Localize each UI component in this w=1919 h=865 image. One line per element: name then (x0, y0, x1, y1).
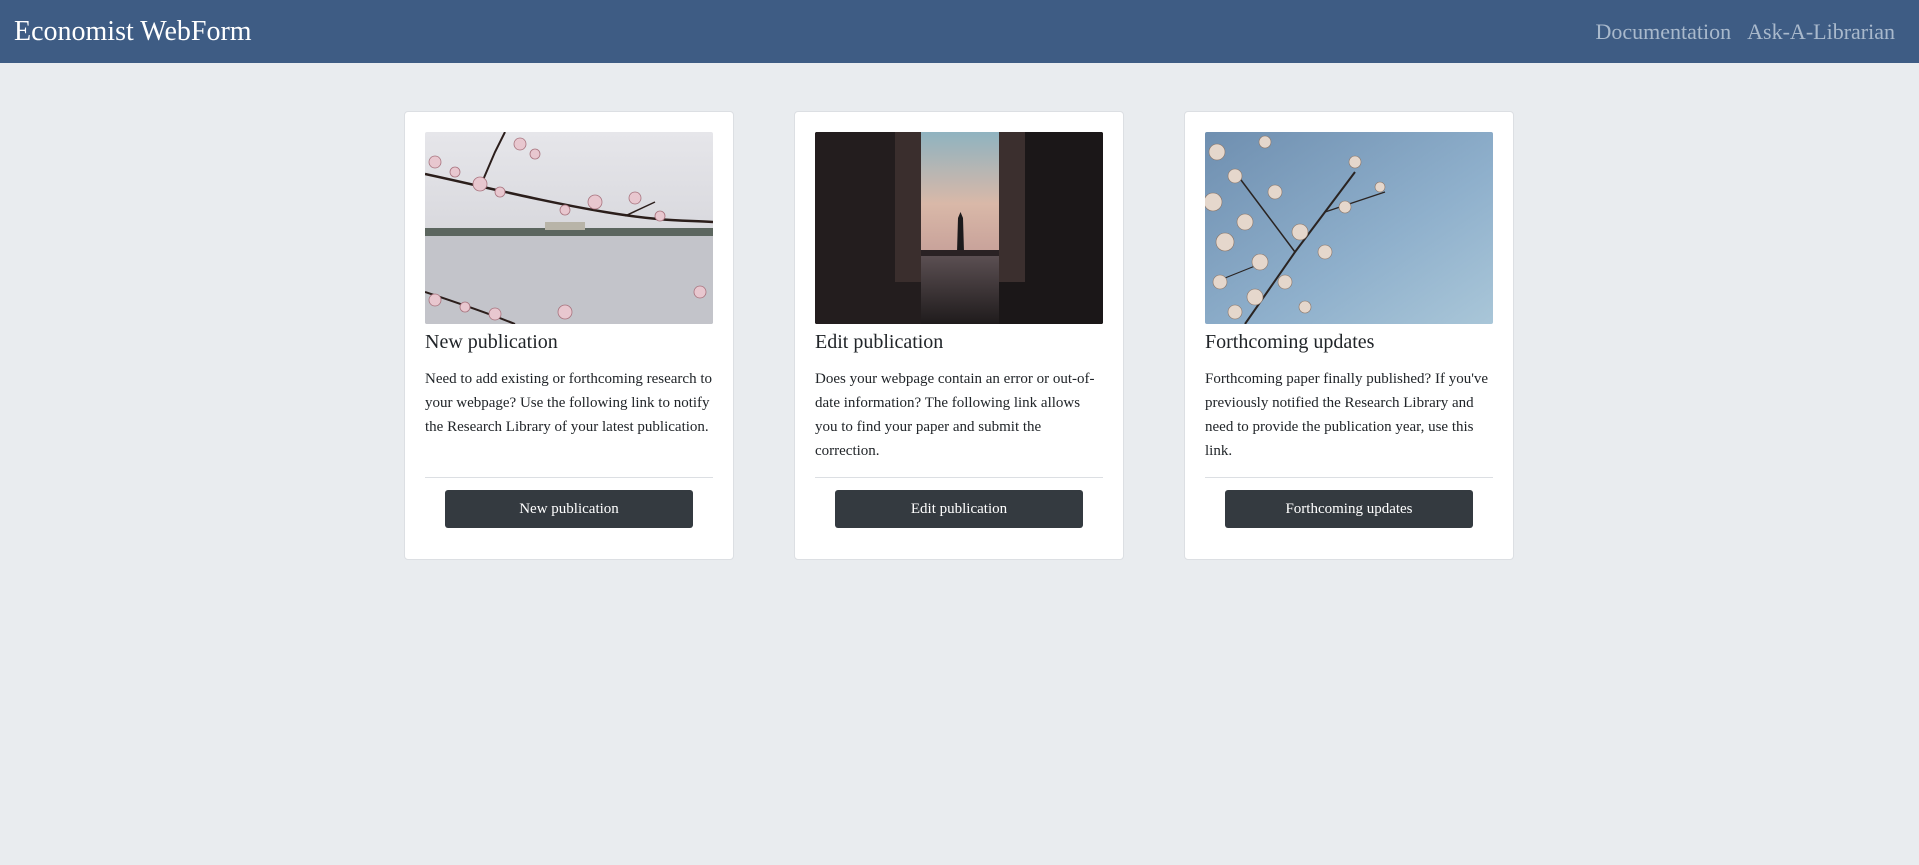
edit-publication-button[interactable]: Edit publication (835, 490, 1083, 528)
card-edit-publication: Edit publication Does your webpage conta… (794, 111, 1124, 560)
ask-a-librarian-link[interactable]: Ask-A-Librarian (1747, 19, 1895, 45)
card-title: Edit publication (815, 331, 944, 353)
card-title: New publication (425, 331, 558, 353)
nav-links: Documentation Ask-A-Librarian (1596, 19, 1895, 45)
card-divider (425, 477, 713, 478)
card-description: Does your webpage contain an error or ou… (815, 371, 1095, 459)
monument-columns-image (815, 132, 1103, 324)
documentation-link[interactable]: Documentation (1596, 19, 1732, 45)
cherry-blossoms-water-image (425, 132, 713, 324)
card-new-publication: New publication Need to add existing or … (404, 111, 734, 560)
card-title: Forthcoming updates (1205, 331, 1375, 353)
card-deck: New publication Need to add existing or … (404, 111, 1514, 560)
top-navbar: Economist WebForm Documentation Ask-A-Li… (0, 0, 1919, 63)
card-forthcoming-updates: Forthcoming updates Forthcoming paper fi… (1184, 111, 1514, 560)
new-publication-button[interactable]: New publication (445, 490, 693, 528)
card-description: Need to add existing or forthcoming rese… (425, 371, 712, 435)
brand-title[interactable]: Economist WebForm (14, 17, 252, 46)
cherry-blossoms-sky-image (1205, 132, 1493, 324)
card-divider (1205, 477, 1493, 478)
forthcoming-updates-button[interactable]: Forthcoming updates (1225, 490, 1473, 528)
card-divider (815, 477, 1103, 478)
card-description: Forthcoming paper finally published? If … (1205, 371, 1489, 459)
